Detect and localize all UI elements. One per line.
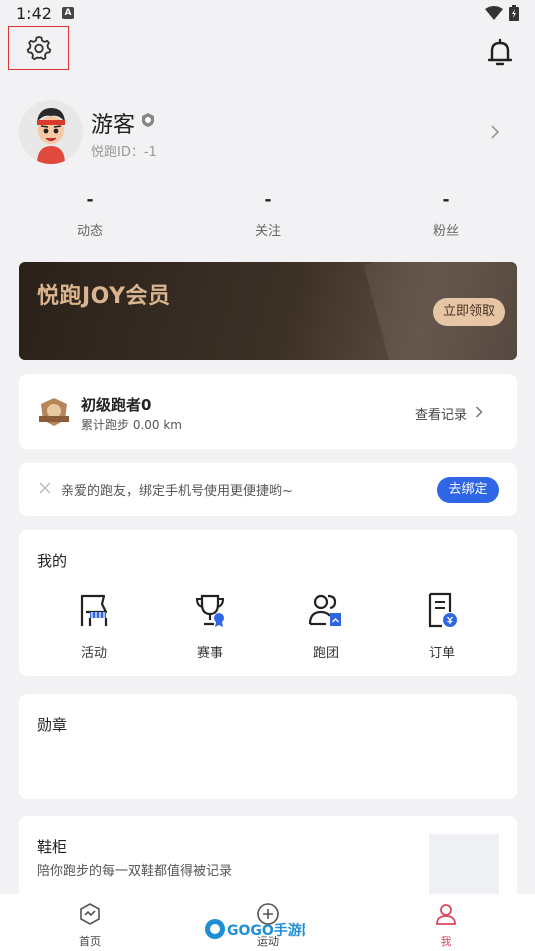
- mine-item-events-label: 赛事: [196, 646, 223, 661]
- avatar[interactable]: [19, 100, 83, 164]
- stat-posts-label: 动态: [76, 224, 103, 239]
- bind-phone-text: 亲爱的跑友，绑定手机号使用更便捷哟~: [61, 484, 293, 499]
- avatar-illustration: [19, 100, 83, 164]
- mine-item-activities-label: 活动: [80, 646, 107, 661]
- claim-now-button[interactable]: 立即领取: [433, 298, 505, 326]
- settings-button[interactable]: [8, 26, 69, 70]
- my-section-title: 我的: [37, 552, 68, 570]
- view-records-link[interactable]: 查看记录: [415, 404, 467, 423]
- gear-icon: [26, 36, 51, 61]
- my-section-card: 我的 活动 赛事 跑团 订单: [19, 530, 517, 676]
- runner-level-name: 初级跑者0: [81, 396, 152, 414]
- watermark-logo: GOGO手游网: [205, 919, 305, 939]
- stat-following[interactable]: - 关注: [218, 190, 318, 239]
- notification-a-icon: A: [62, 7, 74, 19]
- medals-title: 勋章: [37, 716, 68, 734]
- home-icon: [80, 903, 100, 925]
- stat-posts[interactable]: - 动态: [40, 190, 140, 239]
- verified-badge-icon: [142, 113, 154, 127]
- trophy-icon: [195, 594, 225, 627]
- nav-me[interactable]: 我: [416, 902, 476, 949]
- stat-followers-value: -: [442, 190, 450, 210]
- status-bar: 1:42 A: [0, 0, 535, 28]
- stat-following-label: 关注: [254, 224, 281, 239]
- mine-item-activities[interactable]: 活动: [54, 592, 134, 661]
- shoe-cabinet-subtitle: 陪你跑步的每一双鞋都值得被记录: [37, 864, 233, 879]
- username: 游客: [91, 113, 136, 138]
- mine-item-running-group[interactable]: 跑团: [286, 592, 366, 661]
- close-icon[interactable]: [39, 482, 51, 494]
- joy-membership-title: 悦跑JOY会员: [37, 284, 171, 309]
- bind-phone-card: 亲爱的跑友，绑定手机号使用更便捷哟~ 去绑定: [19, 463, 517, 516]
- stat-followers[interactable]: - 粉丝: [396, 190, 496, 239]
- shoe-cabinet-card[interactable]: 鞋柜 陪你跑步的每一双鞋都值得被记录: [19, 816, 517, 906]
- profile-icon: [436, 904, 456, 925]
- shoe-cabinet-title: 鞋柜: [37, 838, 68, 856]
- stat-followers-label: 粉丝: [432, 224, 459, 239]
- group-icon: [308, 594, 341, 626]
- flag-icon: [80, 594, 108, 626]
- nav-home-label: 首页: [79, 935, 101, 948]
- watermark-text: GOGO手游网: [227, 922, 305, 939]
- chevron-right-icon: [475, 406, 483, 418]
- battery-icon: [509, 5, 519, 21]
- order-icon: [428, 592, 457, 628]
- medals-card[interactable]: 勋章: [19, 694, 517, 799]
- mine-item-events[interactable]: 赛事: [170, 592, 250, 661]
- bell-icon[interactable]: [486, 38, 514, 68]
- stat-posts-value: -: [86, 190, 94, 210]
- nav-home[interactable]: 首页: [60, 902, 120, 949]
- user-id-value: -1: [143, 145, 157, 160]
- user-id: 悦跑ID：-1: [91, 141, 157, 160]
- mine-item-orders-label: 订单: [428, 646, 455, 661]
- stat-following-value: -: [264, 190, 272, 210]
- chevron-right-icon[interactable]: [490, 124, 500, 140]
- shoe-thumbnail: [429, 834, 499, 894]
- status-time: 1:42: [16, 4, 52, 23]
- wifi-icon: [485, 6, 503, 20]
- mine-item-orders[interactable]: 订单: [402, 592, 482, 661]
- runner-level-badge-icon: [39, 398, 69, 426]
- nav-me-label: 我: [440, 935, 452, 948]
- runner-level-card[interactable]: 初级跑者0 累计跑步 0.00 km 查看记录: [19, 374, 517, 449]
- joy-membership-banner[interactable]: 悦跑JOY会员 立即领取: [19, 262, 517, 360]
- mine-item-running-group-label: 跑团: [312, 646, 339, 661]
- user-id-label: 悦跑ID：: [91, 145, 144, 160]
- total-distance: 累计跑步 0.00 km: [81, 418, 182, 432]
- bind-phone-button[interactable]: 去绑定: [437, 477, 499, 503]
